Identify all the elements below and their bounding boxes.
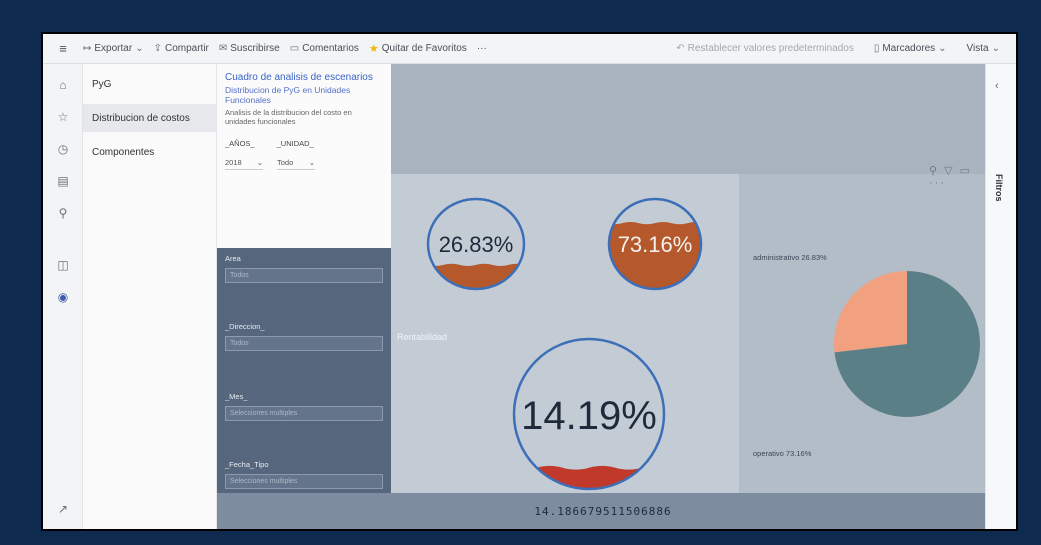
report-window: ≡ ↦ Exportar ⌄ ⇪ Compartir ✉ Suscribirse… <box>41 32 1018 531</box>
mail-icon: ✉ <box>218 43 228 54</box>
gauge-1: 26.83% <box>426 197 526 291</box>
share-label: Compartir <box>164 43 209 54</box>
bottom-value-bar: 14.186679511506886 <box>217 493 989 529</box>
page-label: PyG <box>92 78 112 90</box>
comments-label: Comentarios <box>302 43 359 54</box>
more-options-button[interactable]: ··· <box>477 43 487 54</box>
visuals-layer: 26.83% 73.16% 14.19% administrativo 26.8… <box>426 197 981 491</box>
page-item-distribucion[interactable]: Distribucion de costos <box>83 104 216 132</box>
favorite-label: Quitar de Favoritos <box>381 43 467 54</box>
subscribe-label: Suscribirse <box>230 43 280 54</box>
chevron-down-icon: ⌄ <box>938 43 947 54</box>
more-label: ··· <box>476 43 487 54</box>
pie-label-administrativo: administrativo 26.83% <box>753 253 827 262</box>
export-button[interactable]: ↦ Exportar ⌄ <box>83 43 144 54</box>
toolbar: ≡ ↦ Exportar ⌄ ⇪ Compartir ✉ Suscribirse… <box>43 34 1016 64</box>
pie-chart <box>834 271 981 417</box>
share-button[interactable]: ⇪ Compartir <box>154 43 209 54</box>
reset-label: Restablecer valores predeterminados <box>687 43 854 54</box>
filters-label: Filtros <box>994 174 1004 202</box>
page-label: Componentes <box>92 146 155 158</box>
export-icon: ↦ <box>83 43 92 54</box>
page-item-componentes[interactable]: Componentes <box>83 138 216 166</box>
apps-icon[interactable]: ▤ <box>43 174 83 188</box>
bookmarks-label: Marcadores <box>882 43 936 54</box>
share-icon: ⇪ <box>153 43 162 54</box>
left-rail: ⌂ ☆ ◷ ▤ ⚲ ◫ ◉ ↗ <box>43 64 83 529</box>
recent-icon[interactable]: ◷ <box>43 142 83 156</box>
view-label: Vista <box>966 43 989 54</box>
comment-icon: ▭ <box>289 43 300 54</box>
workspaces-icon[interactable]: ◫ <box>43 258 83 272</box>
chevron-down-icon: ⌄ <box>135 43 144 54</box>
chevron-down-icon: ⌄ <box>991 43 1000 54</box>
filters-pane[interactable]: ‹ Filtros <box>985 64 1016 529</box>
gauge-value-label: 14.19% <box>521 394 657 438</box>
bottom-value: 14.186679511506886 <box>534 504 672 518</box>
comments-button[interactable]: ▭ Comentarios <box>290 43 359 54</box>
view-button[interactable]: Vista ⌄ <box>967 43 1000 54</box>
page-label: Distribucion de costos <box>92 112 190 124</box>
home-icon[interactable]: ⌂ <box>43 78 83 92</box>
subscribe-button[interactable]: ✉ Suscribirse <box>219 43 280 54</box>
favorite-button[interactable]: ★ Quitar de Favoritos <box>369 42 467 55</box>
gauge-value-label: 73.16% <box>618 232 693 257</box>
undo-icon: ↶ <box>676 43 685 54</box>
pages-panel: PyG Distribucion de costos Componentes <box>83 64 217 529</box>
hamburger-icon[interactable]: ≡ <box>43 41 83 56</box>
shared-icon[interactable]: ⚲ <box>43 206 83 220</box>
gauge-3: 14.19% <box>512 337 666 491</box>
pie-slice-0[interactable] <box>834 271 907 353</box>
export-label: Exportar <box>94 43 133 54</box>
workspace-icon[interactable]: ◉ <box>43 290 83 304</box>
reset-defaults-button[interactable]: ↶ Restablecer valores predeterminados <box>676 43 854 54</box>
page-item-pyg[interactable]: PyG <box>83 70 216 98</box>
bookmark-icon: ▯ <box>873 43 880 54</box>
pie-label-operativo: operativo 73.16% <box>753 449 812 458</box>
gauge-2: 73.16% <box>607 197 703 291</box>
favorites-icon[interactable]: ☆ <box>43 110 83 124</box>
bookmarks-button[interactable]: ▯ Marcadores ⌄ <box>874 43 947 54</box>
gauge-value-label: 26.83% <box>439 232 514 257</box>
star-icon: ★ <box>368 43 379 55</box>
report-canvas: Cuadro de analisis de escenarios Distrib… <box>217 64 989 529</box>
chevron-left-icon[interactable]: ‹ <box>995 80 999 92</box>
expand-icon[interactable]: ↗ <box>43 502 83 516</box>
